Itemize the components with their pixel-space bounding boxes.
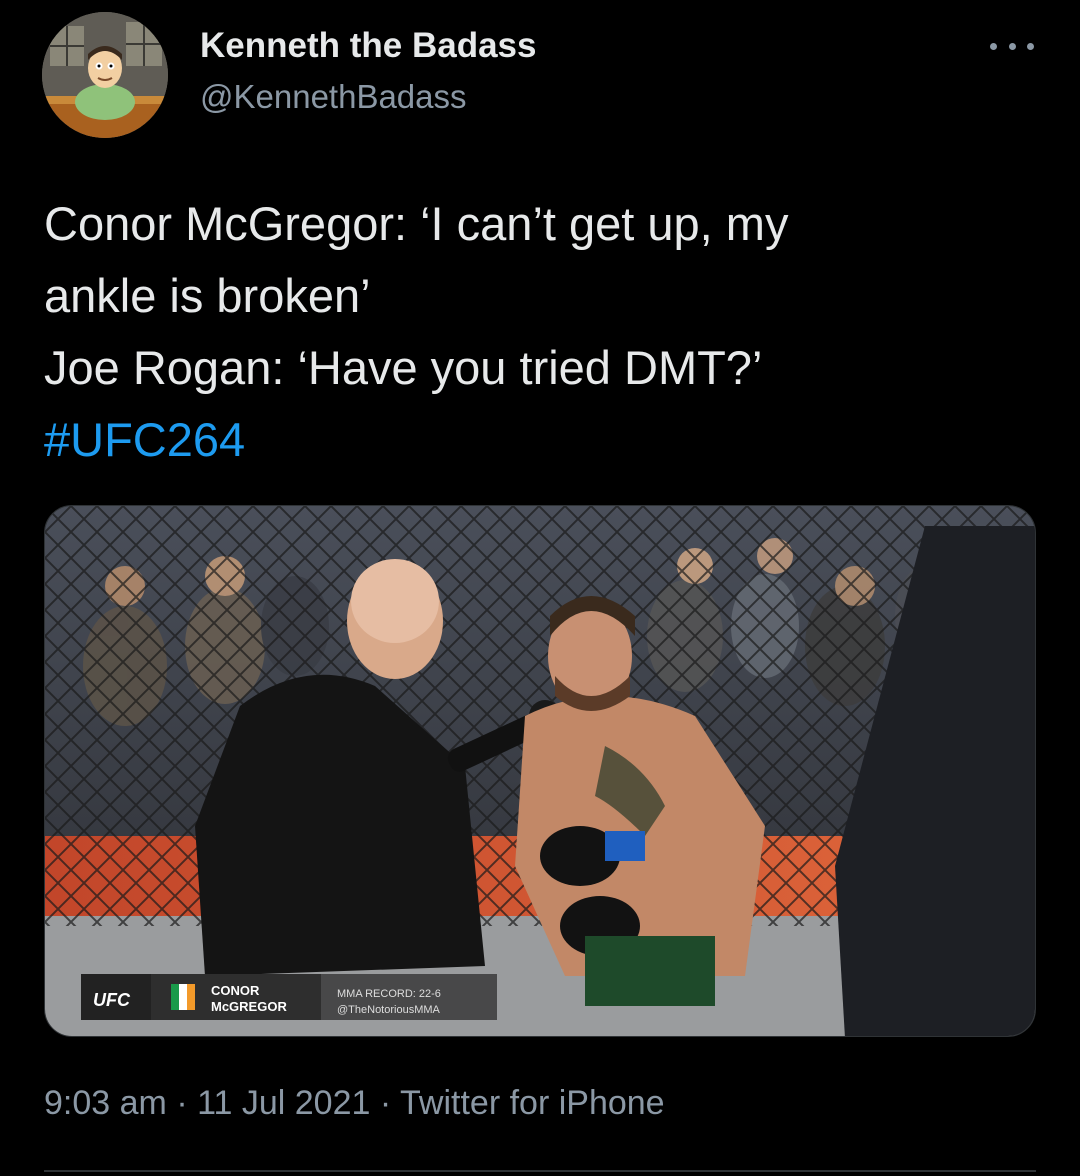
meta-separator: · xyxy=(176,1084,188,1122)
user-handle[interactable]: @KennethBadass xyxy=(200,78,467,116)
fighter-record: MMA RECORD: 22-6 xyxy=(337,988,441,1000)
divider xyxy=(44,1170,1036,1172)
tweet-meta: 9:03 am · 11 Jul 2021 · Twitter for iPho… xyxy=(44,1084,665,1123)
display-name[interactable]: Kenneth the Badass xyxy=(200,26,536,66)
more-horizontal-icon xyxy=(1027,42,1034,50)
tweet-text: Conor McGregor: ‘I can’t get up, my ankl… xyxy=(44,188,1044,476)
fighter-first-name: CONOR xyxy=(211,983,260,998)
fighter-last-name: McGREGOR xyxy=(211,999,287,1014)
avatar[interactable] xyxy=(42,12,168,138)
tweet-source[interactable]: Twitter for iPhone xyxy=(400,1084,665,1122)
tweet-line: Joe Rogan: ‘Have you tried DMT?’ xyxy=(44,341,763,394)
photo-image: UFC CONOR McGREGOR MMA RECORD: 22-6 @The… xyxy=(45,506,1035,1036)
fighter-social: @TheNotoriousMMA xyxy=(337,1004,441,1016)
more-horizontal-icon xyxy=(1008,42,1016,50)
tweet-line: ankle is broken’ xyxy=(44,269,371,322)
tweet-line: Conor McGregor: ‘I can’t get up, my xyxy=(44,197,789,250)
tweet-photo[interactable]: UFC CONOR McGREGOR MMA RECORD: 22-6 @The… xyxy=(44,505,1036,1037)
more-horizontal-icon xyxy=(990,42,997,50)
ufc-brand-label: UFC xyxy=(93,990,131,1010)
cartoon-character-avatar-icon xyxy=(42,12,168,138)
more-options-button[interactable] xyxy=(990,34,1034,58)
tweet-time[interactable]: 9:03 am xyxy=(44,1084,167,1122)
meta-separator: · xyxy=(379,1084,392,1122)
tweet-detail: Kenneth the Badass @KennethBadass Conor … xyxy=(0,0,1080,1176)
hashtag-link[interactable]: #UFC264 xyxy=(44,413,245,466)
tweet-date[interactable]: 11 Jul 2021 xyxy=(197,1084,370,1122)
